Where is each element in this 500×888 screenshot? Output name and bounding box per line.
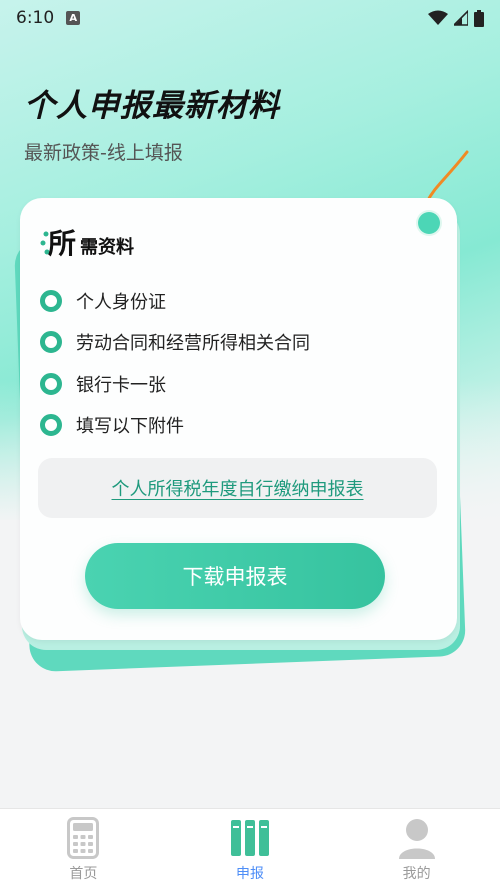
requirement-text: 银行卡一张 xyxy=(76,374,166,396)
tab-declare[interactable]: 申报 xyxy=(167,809,334,888)
card-header: 所 需资料 xyxy=(40,226,134,262)
notification-badge: A xyxy=(66,11,81,25)
card-logo: 所 xyxy=(40,226,80,262)
requirement-text: 劳动合同和经营所得相关合同 xyxy=(76,333,310,355)
list-item: 银行卡一张 xyxy=(40,363,440,405)
status-time: 6:10 xyxy=(16,8,55,28)
bottom-tab-bar: 首页 申报 我的 xyxy=(0,808,500,888)
signal-icon xyxy=(454,10,468,26)
tab-home[interactable]: 首页 xyxy=(0,809,167,888)
page-subtitle: 最新政策-线上填报 xyxy=(24,142,183,164)
status-icons xyxy=(428,9,484,27)
list-item: 个人身份证 xyxy=(40,280,440,322)
download-form-button[interactable]: 下载申报表 xyxy=(85,543,385,609)
tab-home-label: 首页 xyxy=(69,866,98,882)
bullet-ring-icon xyxy=(40,372,62,395)
form-link-box: 个人所得税年度自行缴纳申报表 xyxy=(38,458,437,518)
tab-mine-label: 我的 xyxy=(402,866,431,882)
books-icon xyxy=(228,815,272,861)
list-item: 劳动合同和经营所得相关合同 xyxy=(40,322,440,364)
card-logo-char: 所 xyxy=(48,227,77,260)
requirement-text: 填写以下附件 xyxy=(76,416,184,438)
wifi-icon xyxy=(428,10,448,25)
tab-declare-label: 申报 xyxy=(236,866,264,882)
page-title: 个人申报最新材料 xyxy=(24,88,280,124)
list-item: 填写以下附件 xyxy=(40,405,440,447)
card-header-text: 需资料 xyxy=(80,237,134,258)
card-pin xyxy=(418,212,440,234)
tax-form-link[interactable]: 个人所得税年度自行缴纳申报表 xyxy=(112,475,364,501)
user-icon xyxy=(395,815,439,861)
requirements-list: 个人身份证 劳动合同和经营所得相关合同 银行卡一张 填写以下附件 xyxy=(40,280,440,446)
tab-mine[interactable]: 我的 xyxy=(333,809,500,888)
battery-icon xyxy=(474,9,484,27)
status-bar: 6:10 A xyxy=(0,0,500,36)
bullet-ring-icon xyxy=(40,289,62,312)
bullet-ring-icon xyxy=(40,331,62,354)
requirement-text: 个人身份证 xyxy=(76,291,166,313)
bullet-ring-icon xyxy=(40,414,62,437)
calculator-icon xyxy=(61,815,105,861)
